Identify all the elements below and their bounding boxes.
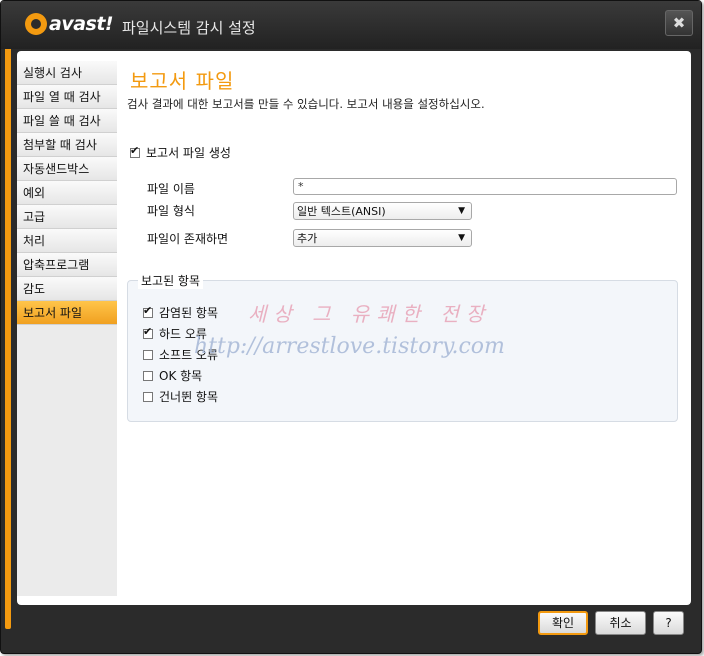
- sidebar-item-scan-on-attach[interactable]: 첨부할 때 검사: [17, 133, 117, 157]
- sidebar-item-realtime-scan[interactable]: 실행시 검사: [17, 61, 117, 85]
- file-exists-value: 추가: [297, 232, 318, 245]
- checkbox-box[interactable]: [130, 144, 140, 158]
- sidebar-item-actions[interactable]: 처리: [17, 229, 117, 253]
- avast-logo-icon: [25, 13, 47, 35]
- file-exists-label: 파일이 존재하면: [147, 232, 229, 246]
- dropdown-arrow-icon: ▼: [458, 206, 465, 216]
- file-name-input[interactable]: *: [293, 178, 677, 195]
- watermark-url: http://arrestlove.tistory.com: [194, 334, 505, 359]
- sidebar-item-exclusions[interactable]: 예외: [17, 181, 117, 205]
- dropdown-arrow-icon: ▼: [458, 233, 465, 243]
- skipped-items-checkbox[interactable]: 건너뛴 항목: [143, 388, 218, 405]
- file-type-select[interactable]: 일반 텍스트(ANSI) ▼: [293, 202, 472, 220]
- sidebar-item-autosandbox[interactable]: 자동샌드박스: [17, 157, 117, 181]
- window-accent-edge: [5, 39, 11, 629]
- checkbox-box[interactable]: [143, 304, 153, 318]
- cancel-button[interactable]: 취소: [595, 611, 646, 635]
- settings-window: avast! 파일시스템 감시 설정 ✖ 실행시 검사 파일 열 때 검사 파일…: [0, 0, 702, 654]
- sidebar-item-advanced[interactable]: 고급: [17, 205, 117, 229]
- logo-text: avast!: [49, 13, 114, 35]
- checkbox-box[interactable]: [143, 370, 153, 381]
- file-type-value: 일반 텍스트(ANSI): [297, 205, 386, 218]
- reported-items-title: 보고된 항목: [138, 272, 204, 289]
- checkbox-box[interactable]: [143, 325, 153, 339]
- ok-button[interactable]: 확인: [538, 611, 588, 635]
- checkbox-box[interactable]: [143, 349, 153, 360]
- window-title: 파일시스템 감시 설정: [122, 19, 256, 37]
- infected-items-checkbox[interactable]: 감염된 항목: [143, 304, 218, 321]
- sidebar-item-scan-on-open[interactable]: 파일 열 때 검사: [17, 85, 117, 109]
- file-name-label: 파일 이름: [147, 182, 195, 196]
- skipped-items-label: 건너뛴 항목: [159, 390, 219, 404]
- file-type-label: 파일 형식: [147, 204, 195, 218]
- main-panel: 보고서 파일 검사 결과에 대한 보고서를 만들 수 있습니다. 보고서 내용을…: [125, 51, 685, 605]
- help-button[interactable]: ?: [653, 611, 684, 635]
- content-panel: 실행시 검사 파일 열 때 검사 파일 쓸 때 검사 첨부할 때 검사 자동샌드…: [17, 51, 691, 605]
- sidebar-item-report-file[interactable]: 보고서 파일: [17, 301, 117, 325]
- title-bar: avast! 파일시스템 감시 설정 ✖: [1, 1, 701, 49]
- create-report-label: 보고서 파일 생성: [146, 146, 231, 160]
- page-description: 검사 결과에 대한 보고서를 만들 수 있습니다. 보고서 내용을 설정하십시오…: [127, 97, 485, 111]
- avast-logo: avast!: [25, 13, 114, 35]
- ok-items-checkbox[interactable]: OK 항목: [143, 367, 202, 384]
- close-button[interactable]: ✖: [665, 10, 693, 36]
- settings-sidebar: 실행시 검사 파일 열 때 검사 파일 쓸 때 검사 첨부할 때 검사 자동샌드…: [17, 61, 117, 596]
- sidebar-item-scan-on-write[interactable]: 파일 쓸 때 검사: [17, 109, 117, 133]
- ok-items-label: OK 항목: [159, 369, 203, 383]
- sidebar-item-packers[interactable]: 압축프로그램: [17, 253, 117, 277]
- file-exists-select[interactable]: 추가 ▼: [293, 229, 472, 247]
- infected-items-label: 감염된 항목: [159, 306, 219, 320]
- page-title: 보고서 파일: [130, 69, 235, 93]
- watermark-text: 세상 그 유쾌한 전장: [248, 302, 492, 326]
- sidebar-item-sensitivity[interactable]: 감도: [17, 277, 117, 301]
- create-report-checkbox[interactable]: 보고서 파일 생성: [130, 144, 231, 161]
- checkbox-box[interactable]: [143, 391, 153, 402]
